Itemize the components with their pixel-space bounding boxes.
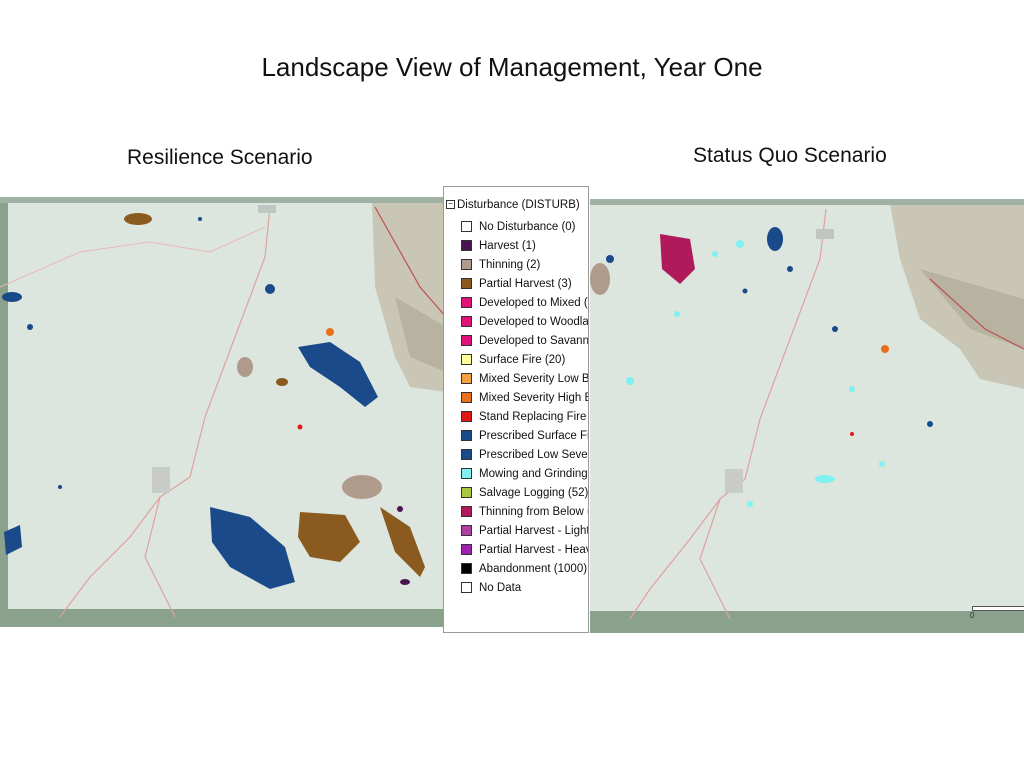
legend-item: Thinning from Below (5	[461, 502, 589, 521]
legend-item-label: Thinning (2)	[479, 258, 541, 271]
legend-swatch	[461, 449, 472, 460]
legend-item-label: Mixed Severity Low Bu	[479, 372, 589, 385]
legend-item: Surface Fire (20)	[461, 350, 588, 369]
legend-swatch	[461, 335, 472, 346]
scale-bar-zero: 0	[970, 611, 975, 620]
legend-item: Harvest (1)	[461, 236, 588, 255]
legend-item: Mixed Severity High Bu	[461, 388, 589, 407]
legend-item-label: Developed to Mixed (1	[479, 296, 589, 309]
legend-swatch	[461, 582, 472, 593]
legend-item: Stand Replacing Fire (	[461, 407, 589, 426]
legend-item: Abandonment (1000)	[461, 559, 588, 578]
legend-item: No Disturbance (0)	[461, 217, 588, 236]
legend-item: Prescribed Low Severi	[461, 445, 589, 464]
legend-swatch	[461, 316, 472, 327]
legend-item-label: Thinning from Below (5	[479, 505, 589, 518]
resilience-map	[0, 197, 446, 627]
legend-item: Developed to Savanna	[461, 331, 589, 350]
legend-swatch	[461, 240, 472, 251]
legend-swatch	[461, 487, 472, 498]
legend-item-label: Mowing and Grinding (	[479, 467, 589, 480]
legend-item-label: Stand Replacing Fire (	[479, 410, 589, 423]
legend-item: Developed to Woodlar	[461, 312, 589, 331]
legend-item: Prescribed Surface Fire	[461, 426, 589, 445]
resilience-scenario-label: Resilience Scenario	[127, 146, 313, 169]
legend-swatch	[461, 525, 472, 536]
legend-item: Mowing and Grinding (	[461, 464, 589, 483]
legend-item: Partial Harvest - Heavy	[461, 540, 589, 559]
legend-swatch	[461, 468, 472, 479]
legend-swatch	[461, 563, 472, 574]
scale-bar-line	[972, 606, 1024, 611]
legend-item-label: Partial Harvest - Heavy	[479, 543, 589, 556]
legend-swatch	[461, 259, 472, 270]
legend-swatch	[461, 221, 472, 232]
legend-swatch	[461, 297, 472, 308]
legend-swatch	[461, 544, 472, 555]
legend-item-label: Developed to Savanna	[479, 334, 589, 347]
legend-swatch	[461, 373, 472, 384]
legend-item: No Data	[461, 578, 588, 597]
status-quo-map-canvas	[590, 199, 1024, 633]
legend-item: Salvage Logging (52)	[461, 483, 589, 502]
legend-swatch	[461, 354, 472, 365]
legend-item-label: Partial Harvest (3)	[479, 277, 572, 290]
legend-header-label: Disturbance (DISTURB)	[457, 199, 580, 211]
legend-item-label: No Data	[479, 581, 522, 594]
legend-list: No Disturbance (0) Harvest (1) Thinning (2…	[461, 217, 589, 597]
legend-item-label: Prescribed Surface Fire	[479, 429, 589, 442]
legend-item: Partial Harvest (3)	[461, 274, 588, 293]
legend-swatch	[461, 392, 472, 403]
disturbance-legend: − Disturbance (DISTURB) No Disturbance (0…	[443, 186, 589, 633]
legend-item-label: Harvest (1)	[479, 239, 536, 252]
slide-title: Landscape View of Management, Year One	[261, 52, 763, 82]
legend-swatch	[461, 278, 472, 289]
status-quo-map	[590, 199, 1024, 633]
legend-item-label: Developed to Woodlar	[479, 315, 589, 328]
collapse-icon[interactable]: −	[446, 200, 455, 210]
resilience-map-canvas	[0, 197, 446, 627]
scale-bar: 0	[970, 604, 1024, 620]
legend-swatch	[461, 430, 472, 441]
status-quo-scenario-label: Status Quo Scenario	[693, 144, 887, 167]
legend-item-label: Abandonment (1000)	[479, 562, 588, 575]
legend-swatch	[461, 411, 472, 422]
legend-item: Mixed Severity Low Bu	[461, 369, 589, 388]
legend-item-label: Mixed Severity High Bu	[479, 391, 589, 404]
legend-item: Thinning (2)	[461, 255, 588, 274]
legend-item-label: Salvage Logging (52)	[479, 486, 589, 499]
legend-item-label: Prescribed Low Severi	[479, 448, 589, 461]
legend-item-label: Surface Fire (20)	[479, 353, 566, 366]
legend-header[interactable]: − Disturbance (DISTURB)	[446, 199, 580, 211]
legend-item: Partial Harvest - Light (	[461, 521, 589, 540]
legend-swatch	[461, 506, 472, 517]
legend-item: Developed to Mixed (1	[461, 293, 589, 312]
legend-item-label: Partial Harvest - Light (	[479, 524, 589, 537]
legend-item-label: No Disturbance (0)	[479, 220, 576, 233]
